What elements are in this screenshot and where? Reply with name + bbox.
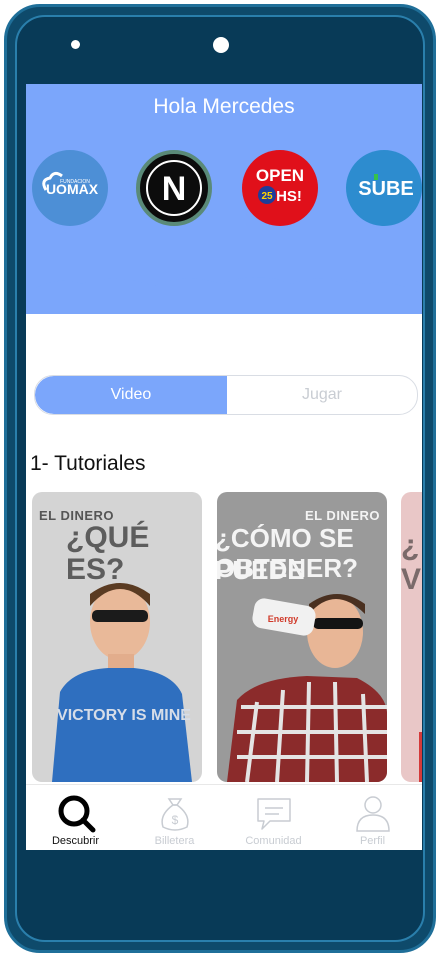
card-headline-line2: OBTENER? [217,553,358,583]
tab-label: Descubrir [51,835,100,847]
app-screen: Hola Mercedes FUNDACION UOMAX N OPEN 25 … [26,84,422,850]
segment-jugar[interactable]: Jugar [227,376,417,414]
svg-text:$: $ [171,813,178,827]
section-title: 1- Tutoriales [30,452,146,475]
sube-logo: SUBE [358,174,414,200]
tab-label: Comunidad [245,835,302,847]
open-text: OPEN [256,166,304,185]
brand-open25-logo[interactable]: OPEN 25 HS! [242,150,318,226]
segmented-control: Video Jugar [34,375,418,415]
tab-perfil[interactable]: Perfil [323,785,422,850]
header-wave [26,264,422,296]
video-card[interactable]: EL DINERO ¿QUÉ ES? VICTORY IS MINE [32,492,202,782]
sube-text: SUBE [358,178,414,200]
tab-label: Billetera [154,835,195,847]
brand-uomax-logo[interactable]: FUNDACION UOMAX [32,150,108,226]
video-card[interactable]: ¿ V [401,492,422,782]
user-icon [355,796,390,832]
camera-dot [213,37,229,53]
greeting-title: Hola Mercedes [153,95,295,118]
can-text: Energy [268,614,299,624]
open25-logo: OPEN 25 HS! [256,166,304,205]
open-badge-25: 25 [261,191,273,202]
tab-comunidad[interactable]: Comunidad [224,785,323,850]
tab-billetera[interactable]: $ Billetera [125,785,224,850]
card-kicker: EL DINERO [304,508,380,523]
brand-n-logo[interactable]: N [136,150,212,226]
n-letter: N [162,170,187,208]
tab-descubrir[interactable]: Descubrir [26,785,125,850]
presenter-illustration: Energy [227,594,387,782]
segment-video[interactable]: Video [35,376,227,414]
search-icon [58,795,95,833]
tab-label: Perfil [359,835,386,847]
card-headline-line1: ¿ [401,529,420,562]
money-bag-icon: $ [160,798,189,831]
open-hs-text: HS! [276,188,302,205]
brand-sube-logo[interactable]: SUBE [346,150,422,226]
shirt-text: VICTORY IS MINE [57,707,191,724]
uomax-text: UOMAX [46,181,99,197]
presenter-illustration: VICTORY IS MINE [52,583,192,782]
video-card[interactable]: EL DINERO ¿CÓMO SE PUEDE OBTENER? Energy [217,492,387,782]
n-logo: N [146,160,202,216]
chat-icon [256,798,291,830]
card-headline-line2: V [401,563,422,596]
speaker-dot [71,40,80,49]
tab-bar: Descubrir $ Billetera Comunidad Perfil [26,784,422,850]
card-decoration [419,732,422,782]
uomax-logo: FUNDACION UOMAX [42,171,99,197]
